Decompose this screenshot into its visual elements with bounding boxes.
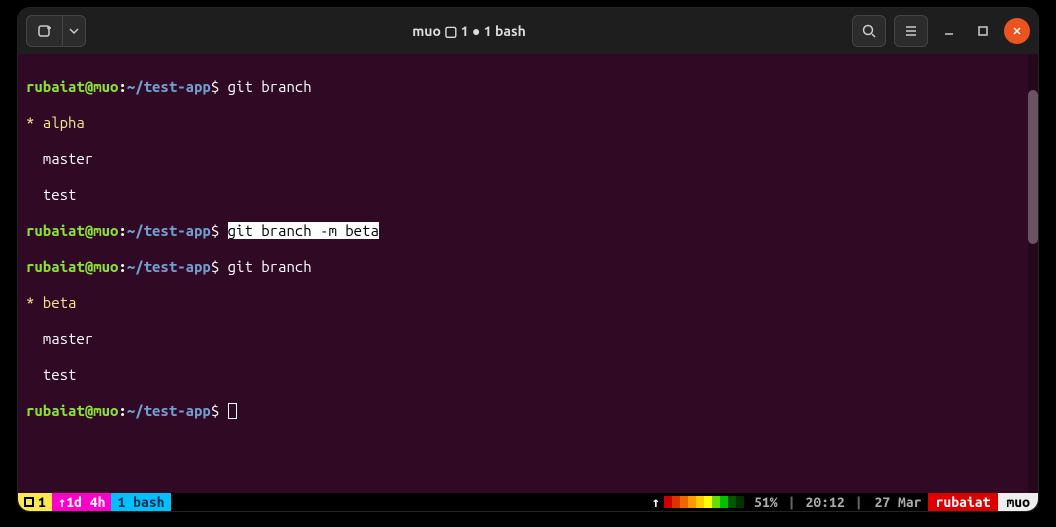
hamburger-icon	[903, 23, 919, 39]
command-text: git branch	[228, 78, 312, 95]
command-text: git branch	[228, 258, 312, 275]
window-title: muo ▢ 1 ● 1 bash	[86, 23, 852, 40]
prompt-line: rubaiat@muo:~/test-app$ git branch	[26, 78, 1030, 96]
tmux-statusbar: 1 ↑ 1d 4h 1 bash ↑ 51% | 20:12 | 27 Mar …	[18, 493, 1038, 511]
output-line: test	[26, 366, 1030, 384]
output-line: master	[26, 330, 1030, 348]
session-icon	[24, 497, 34, 507]
new-tab-button[interactable]	[26, 15, 62, 47]
output-line: * beta	[26, 294, 1030, 312]
minimize-button[interactable]	[936, 18, 962, 44]
uptime-arrow-icon: ↑	[58, 493, 66, 511]
terminal-output[interactable]: rubaiat@muo:~/test-app$ git branch * alp…	[18, 54, 1038, 493]
prompt-host: muo	[93, 78, 118, 95]
status-right: ↑ 51% | 20:12 | 27 Mar rubaiat muo	[646, 493, 1038, 511]
maximize-icon	[977, 25, 989, 37]
search-icon	[861, 23, 877, 39]
cursor	[228, 403, 237, 419]
scrollbar-thumb[interactable]	[1028, 90, 1038, 244]
minimize-icon	[943, 25, 955, 37]
terminal-window: muo ▢ 1 ● 1 bash rubaiat@muo:~/test-app$…	[18, 8, 1038, 511]
titlebar: muo ▢ 1 ● 1 bash	[18, 8, 1038, 54]
battery-bar	[664, 496, 744, 508]
prompt-line: rubaiat@muo:~/test-app$ git branch -m be…	[26, 222, 1030, 240]
status-left: 1 ↑ 1d 4h 1 bash	[18, 493, 171, 511]
tab-dropdown-button[interactable]	[62, 15, 86, 47]
search-button[interactable]	[852, 15, 886, 47]
new-tab-icon	[37, 23, 53, 39]
battery-percent: 51%	[750, 493, 782, 511]
prompt-line: rubaiat@muo:~/test-app$ git branch	[26, 258, 1030, 276]
scrollbar[interactable]	[1028, 54, 1038, 493]
output-line: * alpha	[26, 114, 1030, 132]
highlighted-command: git branch -m beta	[228, 222, 379, 239]
prompt-path: ~/test-app	[127, 78, 211, 95]
current-branch: alpha	[34, 114, 84, 131]
menu-button[interactable]	[894, 15, 928, 47]
status-uptime: ↑ 1d 4h	[52, 493, 112, 511]
status-battery: ↑	[646, 493, 750, 511]
prompt-user: rubaiat	[26, 78, 85, 95]
current-branch: beta	[34, 294, 76, 311]
status-spacer	[171, 493, 646, 511]
prompt-line: rubaiat@muo:~/test-app$	[26, 402, 1030, 420]
status-date: 27 Mar	[869, 493, 928, 511]
close-icon	[1011, 25, 1023, 37]
chevron-down-icon	[69, 26, 79, 36]
status-session[interactable]: 1	[18, 493, 52, 511]
output-line: test	[26, 186, 1030, 204]
status-user: rubaiat	[928, 493, 999, 511]
output-line: master	[26, 150, 1030, 168]
charging-arrow-icon: ↑	[652, 493, 660, 511]
status-host: muo	[998, 493, 1038, 511]
titlebar-right-controls	[852, 15, 1030, 47]
close-button[interactable]	[1004, 18, 1030, 44]
maximize-button[interactable]	[970, 18, 996, 44]
status-time: 20:12	[801, 493, 848, 511]
status-window-tab[interactable]: 1 bash	[111, 493, 170, 511]
titlebar-left-controls	[26, 15, 86, 47]
